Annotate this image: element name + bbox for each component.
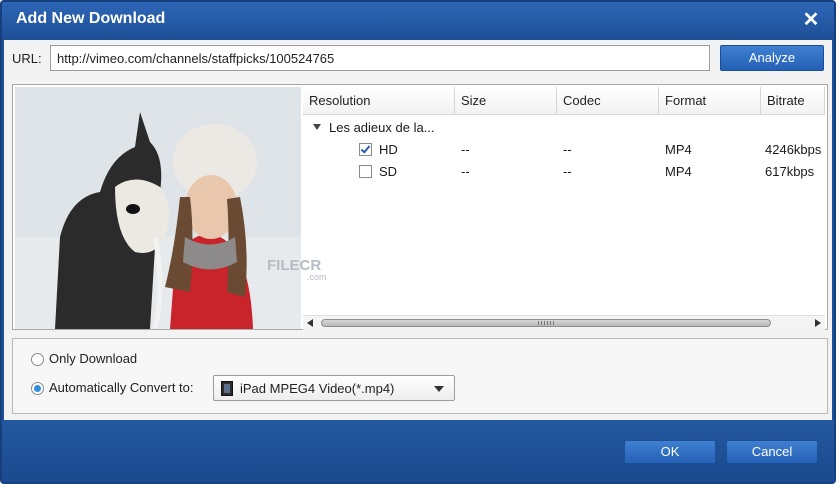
size-cell: -- — [461, 142, 470, 157]
format-cell: MP4 — [665, 142, 692, 157]
format-cell: MP4 — [665, 164, 692, 179]
auto-convert-radio[interactable] — [31, 382, 44, 395]
scroll-right-arrow-icon[interactable] — [815, 319, 821, 327]
size-cell: -- — [461, 164, 470, 179]
download-list: Resolution Size Codec Format Bitrate Les… — [267, 87, 825, 330]
analyze-button[interactable]: Analyze — [720, 45, 824, 71]
horizontal-scrollbar[interactable] — [303, 315, 825, 330]
preview-panel: Resolution Size Codec Format Bitrate Les… — [12, 84, 828, 330]
bitrate-cell: 617kbps — [765, 164, 815, 179]
ok-button[interactable]: OK — [624, 440, 716, 464]
codec-cell: -- — [563, 142, 572, 157]
thumbnail-image — [15, 87, 301, 329]
resolution-cell: SD — [379, 164, 398, 179]
title-bar: Add New Download ✕ — [2, 2, 834, 40]
auto-convert-label[interactable]: Automatically Convert to: — [49, 380, 194, 395]
resolution-cell: HD — [379, 142, 398, 157]
convert-format-value: iPad MPEG4 Video(*.mp4) — [240, 381, 395, 396]
scroll-left-arrow-icon[interactable] — [307, 319, 313, 327]
scroll-grip-icon — [538, 321, 556, 325]
item-checkbox[interactable] — [359, 165, 372, 178]
url-input[interactable] — [50, 45, 710, 71]
convert-format-select[interactable]: iPad MPEG4 Video(*.mp4) — [213, 375, 455, 401]
url-label: URL: — [12, 51, 42, 66]
column-header-resolution[interactable]: Resolution — [303, 87, 455, 115]
watermark: FILECR .com — [267, 257, 327, 282]
close-icon[interactable]: ✕ — [800, 9, 822, 31]
video-thumbnail — [15, 87, 301, 329]
column-header-size[interactable]: Size — [455, 87, 557, 115]
chevron-down-icon — [434, 386, 444, 392]
dialog-title: Add New Download — [16, 10, 166, 27]
add-new-download-dialog: Add New Download ✕ URL: Analyze — [0, 0, 836, 484]
checkmark-icon — [360, 143, 371, 154]
video-device-icon — [221, 381, 233, 396]
item-checkbox[interactable] — [359, 143, 372, 156]
column-header-format[interactable]: Format — [659, 87, 761, 115]
scrollbar-thumb[interactable] — [321, 319, 771, 327]
watermark-sub: .com — [307, 272, 327, 282]
group-label: Les adieux de la... — [329, 120, 435, 135]
bitrate-cell: 4246kbps — [765, 142, 822, 157]
column-header-bitrate[interactable]: Bitrate — [761, 87, 825, 115]
dialog-body: URL: Analyze — [4, 40, 832, 420]
conversion-options: Only Download Automatically Convert to: … — [12, 338, 828, 414]
column-header-codec[interactable]: Codec — [557, 87, 659, 115]
list-item[interactable]: HD -- -- MP4 4246kbps — [303, 139, 825, 161]
group-row[interactable]: Les adieux de la... — [303, 117, 825, 139]
list-item[interactable]: SD -- -- MP4 617kbps — [303, 161, 825, 183]
dialog-footer: OK Cancel — [2, 420, 834, 482]
expand-triangle-icon[interactable] — [313, 124, 321, 130]
codec-cell: -- — [563, 164, 572, 179]
cancel-button[interactable]: Cancel — [726, 440, 818, 464]
only-download-label[interactable]: Only Download — [49, 351, 137, 366]
only-download-radio[interactable] — [31, 353, 44, 366]
